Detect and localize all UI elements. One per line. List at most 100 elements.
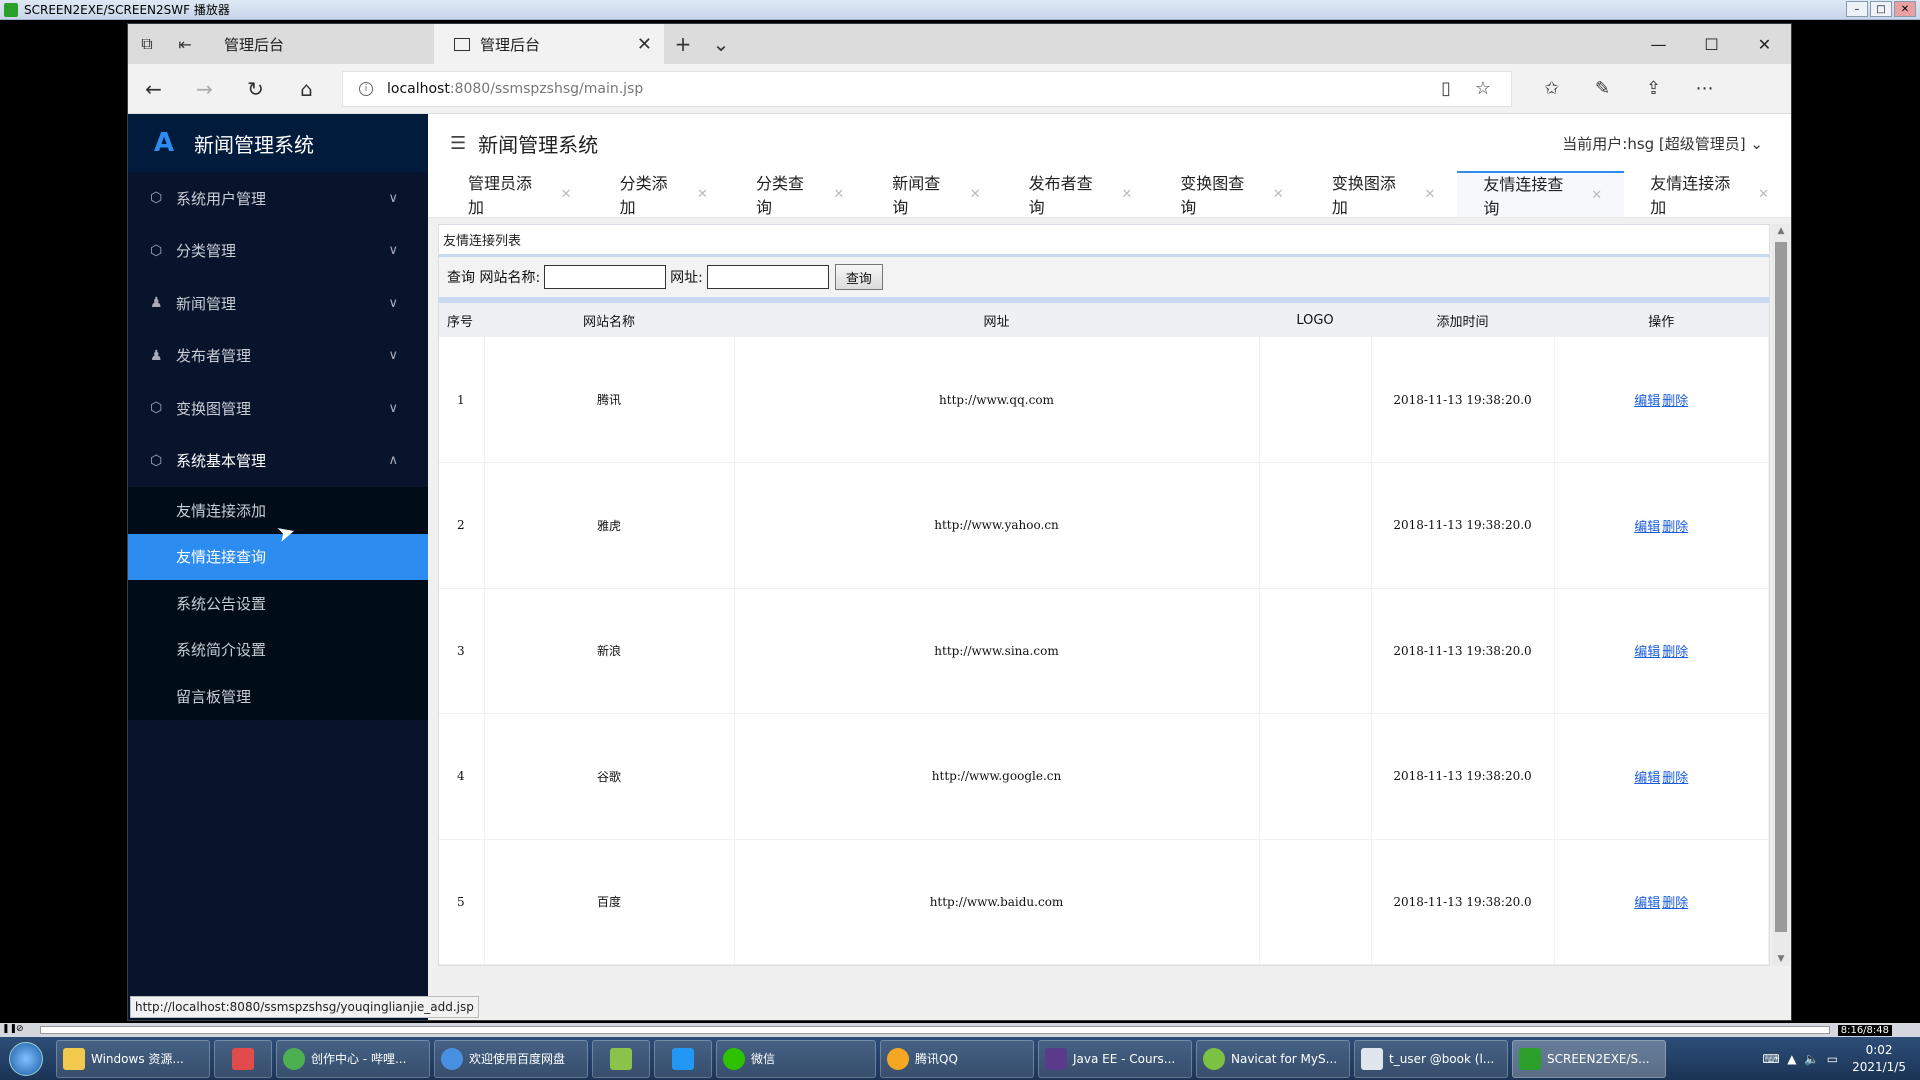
favorite-star-icon[interactable]: ☆ <box>1475 78 1491 99</box>
taskbar-item-app[interactable] <box>214 1039 272 1078</box>
menu-toggle-icon[interactable]: ☰ <box>450 133 466 154</box>
browser-maximize-icon[interactable]: ☐ <box>1685 24 1738 64</box>
edit-link[interactable]: 编辑 <box>1634 896 1660 911</box>
taskbar-item-app[interactable] <box>592 1039 650 1078</box>
browser-window-controls: — ☐ ✕ <box>1632 24 1791 64</box>
close-icon[interactable]: ✕ <box>833 187 844 202</box>
browser-tab-1[interactable]: 管理后台 <box>204 24 434 64</box>
delete-link[interactable]: 删除 <box>1662 520 1688 535</box>
menu-item-carousel[interactable]: ⬡ 变换图管理 ∨ <box>128 382 428 435</box>
close-icon[interactable]: ✕ <box>1121 187 1132 202</box>
menu-item-system-users[interactable]: ⬡ 系统用户管理 ∨ <box>128 172 428 225</box>
menu-item-label: 变换图管理 <box>176 399 252 418</box>
taskbar-item-table[interactable]: t_user @book (l... <box>1354 1039 1508 1078</box>
tab-list-chevron-icon[interactable]: ⌄ <box>702 24 740 64</box>
menu-item-news[interactable]: ♟ 新闻管理 ∨ <box>128 277 428 330</box>
edit-link[interactable]: 编辑 <box>1634 645 1660 660</box>
cell-num: 3 <box>439 588 485 714</box>
page-tab[interactable]: 变换图添加 ✕ <box>1306 171 1458 217</box>
close-icon[interactable]: ✕ <box>1758 187 1769 202</box>
tab-preview-icon[interactable]: ⧉ <box>128 24 166 64</box>
page-tab[interactable]: 分类查询 ✕ <box>730 171 866 217</box>
navicat-icon <box>1203 1047 1225 1070</box>
browser-close-icon[interactable]: ✕ <box>1738 24 1791 64</box>
close-icon[interactable]: ✕ <box>1273 187 1284 202</box>
delete-link[interactable]: 删除 <box>1662 645 1688 660</box>
pause-icon[interactable]: ❚❚ <box>2 1024 17 1036</box>
taskbar-item-screen2exe[interactable]: SCREEN2EXE/S... <box>1512 1039 1666 1078</box>
site-url-input[interactable] <box>706 265 829 289</box>
clock[interactable]: 0:02 2021/1/5 <box>1852 1042 1906 1076</box>
page-tab[interactable]: 友情连接添加 ✕ <box>1624 171 1791 217</box>
taskbar-item-app[interactable] <box>654 1039 712 1078</box>
url-input[interactable]: i localhost:8080/ssmspzshsg/main.jsp ▯ ☆ <box>342 70 1512 107</box>
share-icon[interactable]: ⇪ <box>1628 78 1679 99</box>
close-icon[interactable]: ✕ <box>561 187 572 202</box>
taskbar-item-explorer[interactable]: Windows 资源... <box>56 1039 210 1078</box>
page-tab[interactable]: 新闻查询 ✕ <box>866 171 1002 217</box>
cell-logo <box>1259 713 1372 839</box>
edit-link[interactable]: 编辑 <box>1634 394 1660 409</box>
delete-link[interactable]: 删除 <box>1662 896 1688 911</box>
taskbar-item-chrome[interactable]: 创作中心 - 哔哩... <box>276 1039 430 1078</box>
more-icon[interactable]: ⋯ <box>1679 78 1730 99</box>
favorites-hub-icon[interactable]: ✩ <box>1526 78 1577 99</box>
edit-link[interactable]: 编辑 <box>1634 520 1660 535</box>
playback-progress[interactable] <box>40 1026 1830 1034</box>
refresh-icon[interactable]: ↻ <box>230 77 281 101</box>
close-icon[interactable]: ✕ <box>1591 188 1602 203</box>
menu-item-categories[interactable]: ⬡ 分类管理 ∨ <box>128 225 428 278</box>
action-center-icon[interactable]: ▭ <box>1827 1052 1838 1066</box>
scrollbar-thumb[interactable] <box>1775 242 1787 932</box>
close-icon[interactable]: ✕ <box>970 187 981 202</box>
tray-expand-icon[interactable]: ▲ <box>1787 1052 1796 1066</box>
set-aside-tabs-icon[interactable]: ⇤ <box>166 24 204 64</box>
back-icon[interactable]: ← <box>128 77 179 101</box>
page-tab[interactable]: 管理员添加 ✕ <box>442 171 594 217</box>
delete-link[interactable]: 删除 <box>1662 394 1688 409</box>
submenu-item-guestbook[interactable]: 留言板管理 <box>128 673 428 720</box>
close-icon[interactable]: ✕ <box>697 187 708 202</box>
edit-link[interactable]: 编辑 <box>1634 771 1660 786</box>
taskbar-item-eclipse[interactable]: Java EE - Cours... <box>1038 1039 1192 1078</box>
page-tab[interactable]: 分类添加 ✕ <box>594 171 730 217</box>
menu-item-publishers[interactable]: ♟ 发布者管理 ∨ <box>128 330 428 383</box>
scroll-down-icon[interactable]: ▼ <box>1772 954 1790 964</box>
taskbar-item-wechat[interactable]: 微信 <box>716 1039 876 1078</box>
chevron-down-icon: ∨ <box>388 243 398 259</box>
page-tab[interactable]: 发布者查询 ✕ <box>1003 171 1155 217</box>
browser-tab-2[interactable]: 管理后台 ✕ <box>434 24 664 64</box>
start-button[interactable] <box>0 1037 52 1080</box>
taskbar-item-qq[interactable]: 腾讯QQ <box>880 1039 1034 1078</box>
site-name-input[interactable] <box>544 265 667 289</box>
current-user-dropdown[interactable]: 当前用户:hsg [超级管理员] ⌄ <box>1562 133 1763 154</box>
reading-view-icon[interactable]: ▯ <box>1441 78 1451 99</box>
scroll-up-icon[interactable]: ▲ <box>1772 226 1790 236</box>
submenu-item-notice[interactable]: 系统公告设置 <box>128 580 428 627</box>
browser-addressbar: ← → ↻ ⌂ i localhost:8080/ssmspzshsg/main… <box>128 64 1791 114</box>
page-tab-active[interactable]: 友情连接查询 ✕ <box>1457 171 1625 218</box>
taskbar-item-baidu-netdisk[interactable]: 欢迎使用百度网盘 <box>434 1039 588 1078</box>
content-scrollbar[interactable]: ▲ ▼ <box>1772 224 1790 966</box>
volume-icon[interactable]: 🔈 <box>1804 1052 1819 1066</box>
submenu-item-intro[interactable]: 系统简介设置 <box>128 627 428 674</box>
close-tab-icon[interactable]: ✕ <box>637 34 652 55</box>
close-button[interactable]: ✕ <box>1894 1 1916 17</box>
browser-minimize-icon[interactable]: — <box>1632 24 1685 64</box>
home-icon[interactable]: ⌂ <box>281 77 332 101</box>
forward-icon[interactable]: → <box>179 77 230 101</box>
cell-site-name: 新浪 <box>484 588 735 714</box>
query-button[interactable]: 查询 <box>834 264 883 290</box>
menu-item-system-basic[interactable]: ⬡ 系统基本管理 ∧ <box>128 435 428 488</box>
web-note-icon[interactable]: ✎ <box>1577 78 1628 99</box>
delete-link[interactable]: 删除 <box>1662 771 1688 786</box>
close-icon[interactable]: ✕ <box>1424 187 1435 202</box>
minimize-button[interactable]: – <box>1846 1 1868 17</box>
info-icon[interactable]: i <box>359 81 373 96</box>
maximize-button[interactable]: □ <box>1870 1 1892 17</box>
settings-icon[interactable]: ⊘ <box>16 1024 28 1036</box>
taskbar-item-navicat[interactable]: Navicat for MyS... <box>1196 1039 1350 1078</box>
keyboard-icon[interactable]: ⌨ <box>1762 1052 1779 1066</box>
new-tab-icon[interactable]: + <box>664 24 702 64</box>
page-tab[interactable]: 变换图查询 ✕ <box>1154 171 1306 217</box>
